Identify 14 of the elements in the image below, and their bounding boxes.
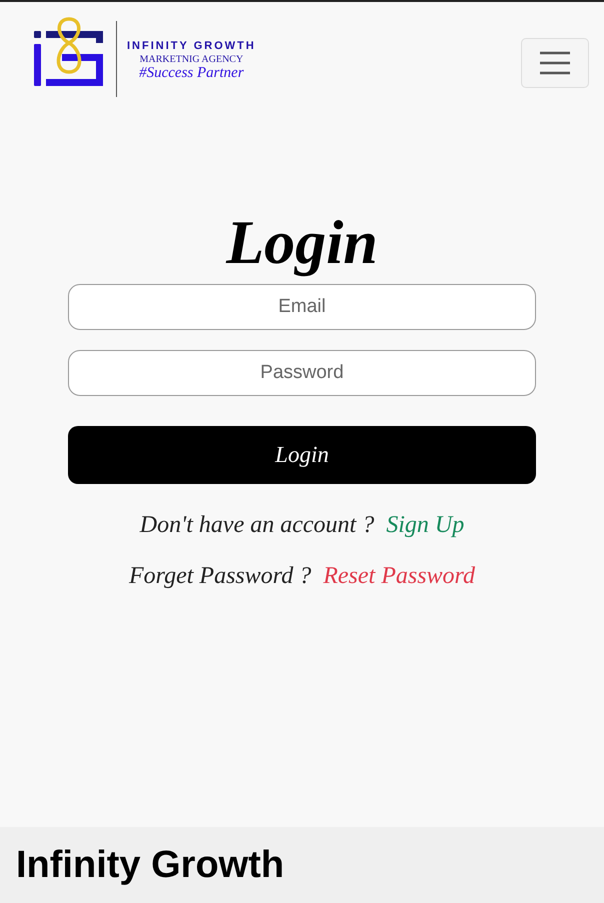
brand-subtitle: MARKETNIG AGENCY <box>140 54 244 65</box>
brand-tagline: #Success Partner <box>139 65 244 82</box>
footer-title: Infinity Growth <box>16 844 284 886</box>
login-heading: Login <box>226 212 378 274</box>
input-field[interactable]: Password <box>68 350 536 396</box>
login-button[interactable]: Login <box>68 426 536 484</box>
menu-icon <box>540 51 570 75</box>
link[interactable]: Sign Up <box>386 512 464 539</box>
prompt-text: Don't have an account ? <box>140 512 374 539</box>
input-field[interactable]: Email <box>68 284 536 330</box>
prompt-text: Forget Password ? <box>128 563 312 590</box>
menu-button[interactable] <box>521 38 589 88</box>
link[interactable]: Reset Password <box>323 563 475 590</box>
brand-name: INFINITY GROWTH <box>127 40 256 52</box>
